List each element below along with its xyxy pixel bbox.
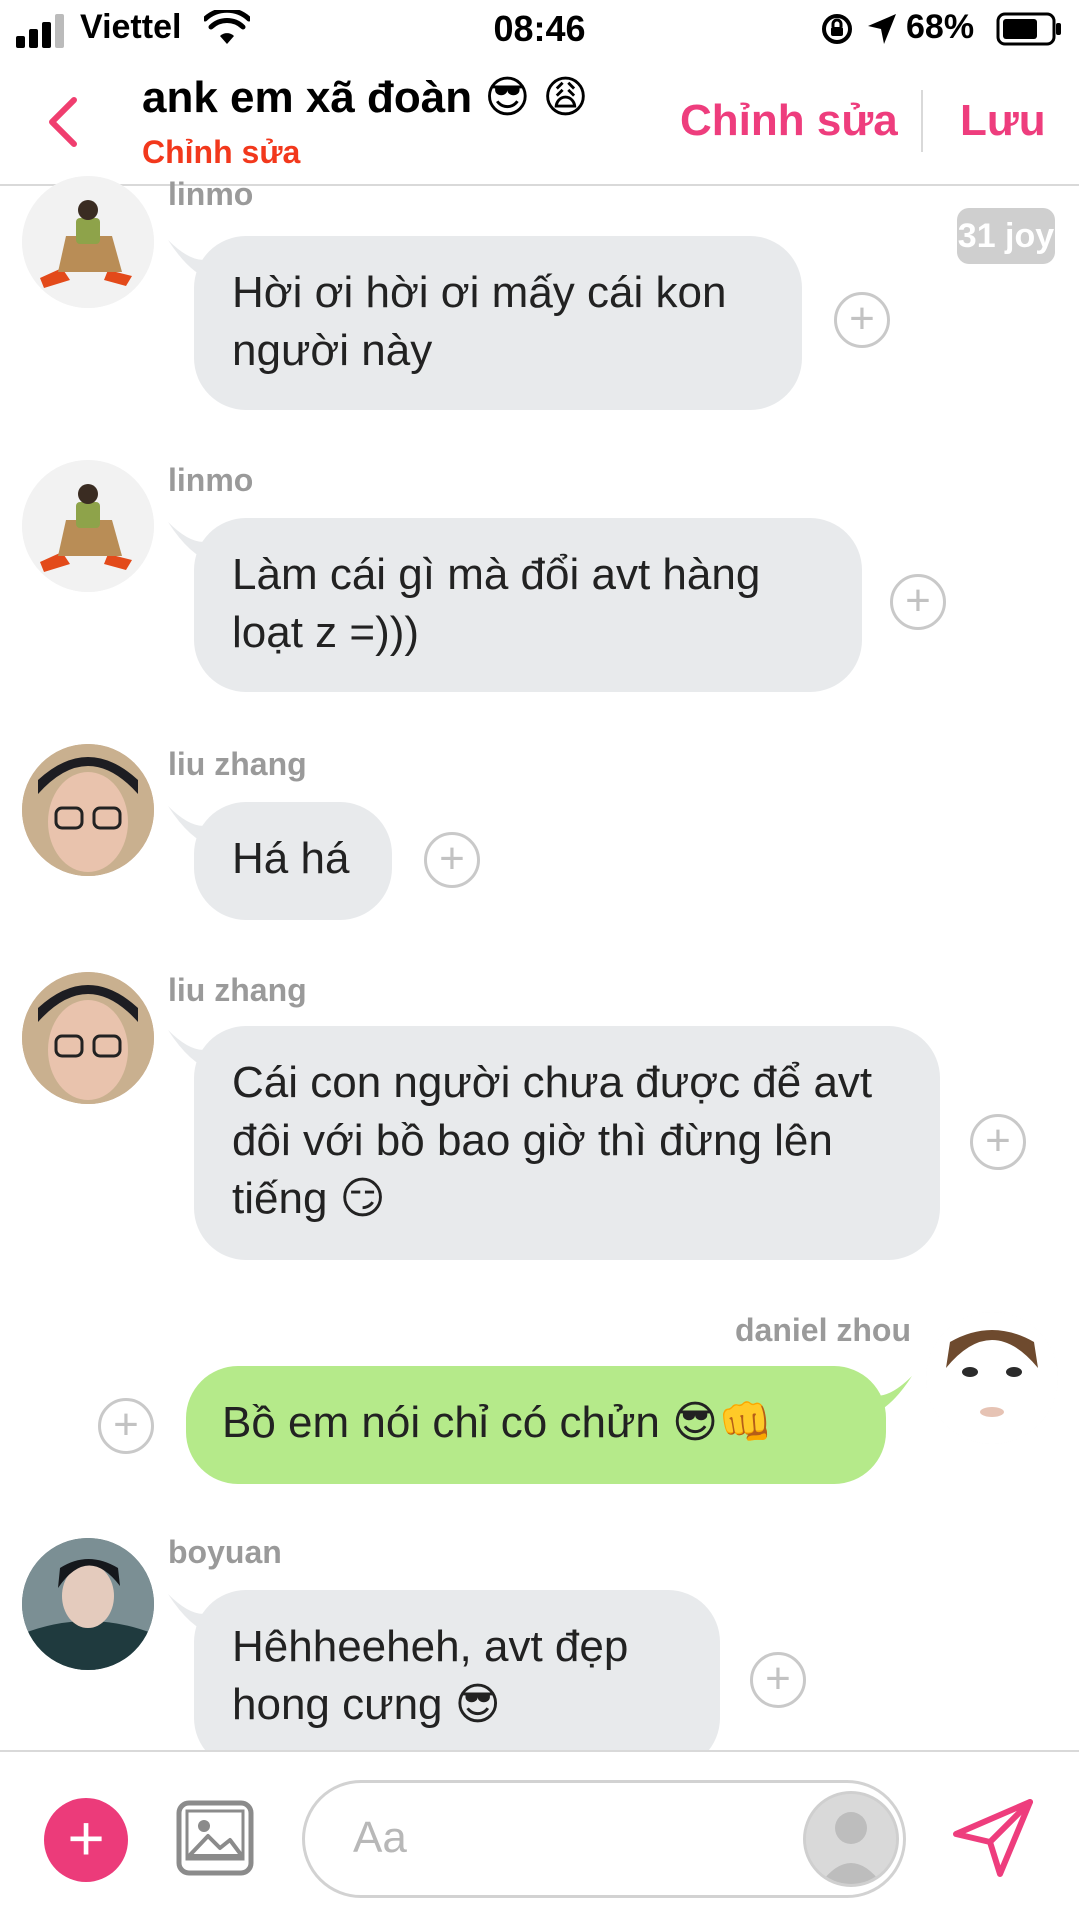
- avatar[interactable]: [22, 972, 154, 1104]
- composer-bar: + Aa: [0, 1750, 1079, 1922]
- message-row: linmo Làm cái gì mà đổi avt hàng loạt z …: [0, 460, 1079, 698]
- save-button[interactable]: Lưu: [960, 96, 1046, 146]
- message-row: + daniel zhou Bồ em nói chỉ có chửn 😎👊: [0, 1312, 1079, 1492]
- sticker-avatar-icon[interactable]: [803, 1791, 899, 1887]
- bubble-tail: [868, 1376, 912, 1416]
- rotation-lock-icon: [822, 14, 852, 44]
- avatar-boyuan-image: [22, 1538, 154, 1670]
- person-silhouette-icon: [806, 1794, 896, 1884]
- group-subtitle[interactable]: Chỉnh sửa: [142, 134, 300, 171]
- sender-name: boyuan: [168, 1534, 282, 1570]
- avatar-liu-zhang-image: [22, 972, 154, 1104]
- sender-name: liu zhang: [168, 972, 307, 1008]
- add-reaction-icon[interactable]: +: [890, 574, 946, 630]
- message-bubble[interactable]: Bồ em nói chỉ có chửn 😎👊: [186, 1366, 886, 1484]
- send-icon[interactable]: [950, 1794, 1036, 1880]
- avatar[interactable]: [22, 176, 154, 308]
- message-input[interactable]: Aa: [302, 1780, 906, 1898]
- message-bubble[interactable]: Cái con người chưa được để avt đôi với b…: [194, 1026, 940, 1260]
- avatar[interactable]: [22, 744, 154, 876]
- sender-name: liu zhang: [168, 746, 307, 782]
- message-bubble[interactable]: Há há: [194, 802, 392, 920]
- location-arrow-icon: [868, 14, 896, 44]
- chat-header: ank em xã đoàn 😎 😩 Chỉnh sửa Chỉnh sửa L…: [0, 60, 1079, 186]
- add-reaction-icon[interactable]: +: [970, 1114, 1026, 1170]
- add-reaction-icon[interactable]: +: [98, 1398, 154, 1454]
- battery-percent: 68%: [906, 8, 975, 46]
- status-bar: Viettel 08:46 68%: [0, 0, 1079, 60]
- message-row: boyuan Hêhheeheh, avt đẹp hong cưng 😎 +: [0, 1534, 1079, 1774]
- add-reaction-icon[interactable]: +: [750, 1652, 806, 1708]
- sender-name: linmo: [168, 176, 254, 212]
- message-bubble[interactable]: Làm cái gì mà đổi avt hàng loạt z =))): [194, 518, 862, 692]
- image-gallery-icon[interactable]: [176, 1800, 254, 1876]
- group-title[interactable]: ank em xã đoàn 😎 😩: [142, 72, 588, 123]
- add-plus-button[interactable]: +: [44, 1798, 128, 1882]
- avatar-liu-zhang-image: [22, 744, 154, 876]
- add-reaction-icon[interactable]: +: [834, 292, 890, 348]
- sender-name: linmo: [168, 462, 254, 498]
- avatar-linmo-image: [22, 460, 154, 592]
- avatar-linmo-image: [22, 176, 154, 308]
- avatar[interactable]: [926, 1312, 1058, 1444]
- avatar[interactable]: [22, 460, 154, 592]
- battery-icon: [996, 12, 1061, 46]
- edit-button[interactable]: Chỉnh sửa: [680, 96, 898, 146]
- message-row: liu zhang Cái con người chưa được để avt…: [0, 972, 1079, 1266]
- header-divider: [921, 90, 923, 152]
- message-bubble[interactable]: Hời ơi hời ơi mấy cái kon người này: [194, 236, 802, 410]
- message-row: linmo Hời ơi hời ơi mấy cái kon người nà…: [0, 176, 1079, 414]
- message-bubble[interactable]: Hêhheeheh, avt đẹp hong cưng 😎: [194, 1590, 720, 1770]
- input-placeholder: Aa: [353, 1813, 407, 1862]
- avatar[interactable]: [22, 1538, 154, 1670]
- add-reaction-icon[interactable]: +: [424, 832, 480, 888]
- back-chevron-icon[interactable]: [44, 94, 80, 150]
- sender-name: daniel zhou: [735, 1312, 911, 1348]
- avatar-daniel-zhou-image: [926, 1312, 1058, 1444]
- message-row: liu zhang Há há +: [0, 744, 1079, 930]
